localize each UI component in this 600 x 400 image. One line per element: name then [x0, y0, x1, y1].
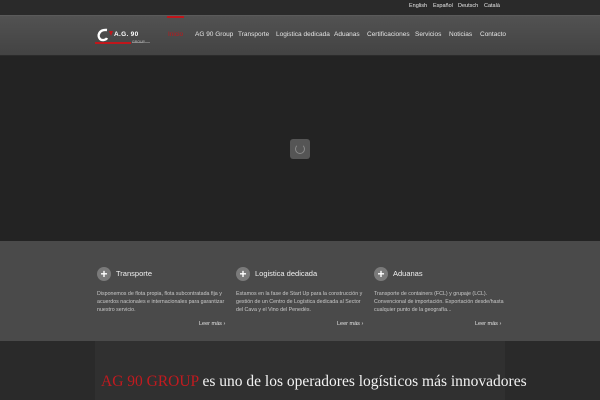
nav-item-servicios[interactable]: Servicios — [415, 31, 441, 38]
nav-item-ag90-group[interactable]: AG 90 Group — [195, 31, 233, 38]
main-navbar: A.G. 90 GROUP Inicio AG 90 Group Transpo… — [0, 15, 600, 55]
nav-item-logistica-dedicada[interactable]: Logistica dedicada — [276, 31, 330, 38]
feature-aduanas: + Aduanas Transporte de containers (FCL)… — [374, 266, 504, 314]
read-more-link[interactable]: Leer más › — [199, 321, 225, 327]
spinner-ring — [295, 144, 305, 154]
spinner-icon — [290, 139, 310, 159]
hero-slider — [0, 56, 600, 241]
logo-text: A.G. 90 — [114, 31, 139, 38]
feature-transporte: + Transporte Disponemos de flota propia,… — [97, 266, 227, 314]
feature-title: Transporte — [116, 269, 152, 278]
read-more-link[interactable]: Leer más › — [475, 321, 501, 327]
feature-text: Estamos en la fase de Start Up para la c… — [236, 291, 363, 313]
lang-catala-link[interactable]: Català — [484, 3, 500, 9]
intro-section: AG 90 GROUP es uno de los operadores log… — [0, 341, 600, 400]
headline-brand: AG 90 GROUP — [101, 373, 199, 390]
feature-text: Disponemos de flota propia, flota subcon… — [97, 291, 225, 313]
nav-item-noticias[interactable]: Noticias — [449, 31, 472, 38]
features-section: + Transporte Disponemos de flota propia,… — [0, 241, 600, 341]
lang-deutsch-link[interactable]: Deutsch — [458, 3, 478, 9]
lang-english-link[interactable]: English — [409, 3, 427, 9]
top-language-bar: English Español Deutsch Català — [0, 0, 600, 15]
feature-title: Aduanas — [393, 269, 423, 278]
feature-title: Logistica dedicada — [255, 269, 318, 278]
plus-icon[interactable]: + — [236, 267, 250, 281]
site-logo[interactable]: A.G. 90 GROUP — [95, 27, 151, 47]
nav-item-contacto[interactable]: Contacto — [480, 31, 506, 38]
nav-item-aduanas[interactable]: Aduanas — [334, 31, 360, 38]
intro-panel — [95, 341, 505, 400]
nav-item-certificaciones[interactable]: Certificaciones — [367, 31, 410, 38]
lang-espanol-link[interactable]: Español — [433, 3, 453, 9]
feature-logistica-dedicada: + Logistica dedicada Estamos en la fase … — [236, 266, 366, 314]
logo-subtext: GROUP — [132, 40, 145, 44]
headline-text: es uno de los operadores logísticos más … — [198, 373, 527, 390]
nav-active-indicator — [167, 16, 184, 18]
read-more-link[interactable]: Leer más › — [337, 321, 363, 327]
nav-item-transporte[interactable]: Transporte — [238, 31, 269, 38]
plus-icon[interactable]: + — [374, 267, 388, 281]
intro-headline: AG 90 GROUP es uno de los operadores log… — [101, 373, 527, 391]
nav-item-inicio[interactable]: Inicio — [168, 31, 183, 38]
plus-icon[interactable]: + — [97, 267, 111, 281]
feature-text: Transporte de containers (FCL) y grupaje… — [374, 291, 504, 313]
